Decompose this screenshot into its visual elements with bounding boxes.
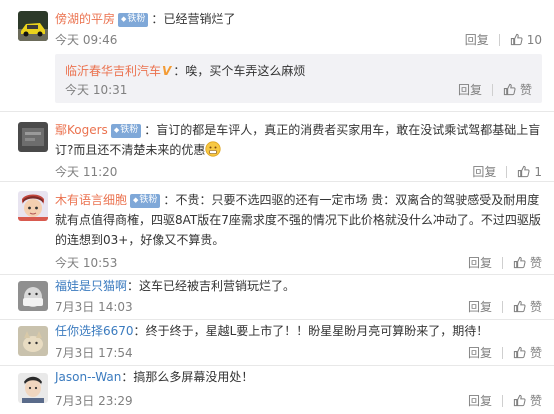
sub-reply: 临沂春华吉利汽车V ：唉，买个车弄这么麻烦 今天 10:31 回复 赞 — [55, 54, 542, 103]
divider — [501, 346, 503, 359]
thumbs-up-icon — [513, 300, 526, 313]
like-button[interactable]: 赞 — [513, 254, 542, 271]
timestamp: 今天 10:53 — [55, 256, 118, 270]
reply-button[interactable]: 回复 — [468, 298, 492, 315]
comment-content: 傍湖的平房铁粉：已经营销烂了 — [55, 9, 542, 29]
username[interactable]: 任你选择6670 — [55, 324, 134, 338]
like-label: 赞 — [519, 83, 532, 97]
timestamp: 7月3日 23:29 — [55, 394, 133, 408]
colon: ： — [173, 64, 186, 78]
colon: ： — [133, 324, 146, 338]
like-label: 赞 — [529, 346, 542, 360]
comment-content: 木有语言细胞铁粉：不贵：只要不选四驱的还有一定市场 贵：双离合的驾驶感受及耐用度… — [55, 190, 542, 250]
comment-text: 不贵：只要不选四驱的还有一定市场 贵：双离合的驾驶感受及耐用度就有点值得商榷，四… — [55, 193, 541, 247]
grimace-emoji-icon — [205, 141, 221, 157]
timestamp: 7月3日 14:03 — [55, 300, 133, 314]
divider — [506, 165, 508, 178]
like-label: 赞 — [529, 300, 542, 314]
avatar[interactable] — [18, 373, 48, 403]
comment-text: 这车已经被吉利营销玩烂了。 — [139, 279, 296, 293]
avatar[interactable] — [18, 122, 48, 152]
comment-4: 福娃是只猫啊：这车已经被吉利营销玩烂了。 7月3日 14:03 回复 赞 — [0, 275, 554, 320]
comment-meta: 今天 09:46 回复 10 — [55, 31, 542, 48]
username[interactable]: 鄢Kogers — [55, 123, 108, 137]
verified-v-icon: V — [162, 64, 172, 78]
divider — [501, 300, 503, 313]
colon: ： — [151, 12, 164, 26]
like-button[interactable]: 10 — [510, 33, 542, 47]
username[interactable]: 临沂春华吉利汽车 — [65, 64, 161, 78]
comment-meta: 今天 10:53 回复 赞 — [55, 254, 542, 270]
comment-5: 任你选择6670：终于终于，星越L要上市了！！盼星星盼月亮可算盼来了，期待！ 7… — [0, 320, 554, 366]
divider — [501, 394, 503, 407]
comment-1: 傍湖的平房铁粉：已经营销烂了 今天 09:46 回复 10 临沂春华吉利汽车V：… — [0, 0, 554, 112]
avatar[interactable] — [18, 281, 48, 311]
comment-content: 福娃是只猫啊：这车已经被吉利营销玩烂了。 — [55, 276, 542, 296]
thumbs-up-icon — [503, 83, 516, 96]
like-button[interactable]: 赞 — [513, 392, 542, 409]
timestamp: 今天 11:20 — [55, 165, 118, 179]
avatar[interactable] — [18, 191, 48, 221]
colon: ： — [144, 123, 157, 137]
comment-meta: 7月3日 14:03 回复 赞 — [55, 298, 542, 314]
divider — [501, 256, 503, 269]
reply-button[interactable]: 回复 — [468, 254, 492, 271]
comment-text: 唉，买个车弄这么麻烦 — [185, 64, 306, 78]
avatar[interactable] — [18, 326, 48, 356]
username[interactable]: 傍湖的平房 — [55, 12, 115, 26]
reply-button[interactable]: 回复 — [468, 392, 492, 409]
comment-text: 终于终于，星越L要上市了！！盼星星盼月亮可算盼来了，期待！ — [145, 324, 489, 338]
like-label: 赞 — [529, 394, 542, 408]
fan-badge: 铁粉 — [118, 13, 149, 27]
like-count: 10 — [526, 32, 542, 47]
divider — [491, 83, 493, 96]
comment-content: 任你选择6670：终于终于，星越L要上市了！！盼星星盼月亮可算盼来了，期待！ — [55, 321, 542, 341]
reply-button[interactable]: 回复 — [465, 31, 489, 48]
thumbs-up-icon — [518, 165, 530, 178]
username[interactable]: 木有语言细胞 — [55, 193, 127, 207]
timestamp: 今天 10:31 — [65, 83, 128, 97]
thumbs-up-icon — [513, 256, 526, 269]
like-button[interactable]: 赞 — [513, 298, 542, 315]
timestamp: 今天 09:46 — [55, 33, 118, 47]
like-label: 赞 — [529, 256, 542, 270]
divider — [498, 33, 500, 46]
like-button[interactable]: 赞 — [503, 81, 532, 98]
colon: ： — [121, 370, 134, 384]
comment-3: 木有语言细胞铁粉：不贵：只要不选四驱的还有一定市场 贵：双离合的驾驶感受及耐用度… — [0, 182, 554, 274]
comment-meta: 今天 11:20 回复 1 — [55, 163, 542, 180]
colon: ： — [163, 193, 176, 207]
reply-button[interactable]: 回复 — [468, 344, 492, 361]
comment-meta: 7月3日 23:29 回复 赞 — [55, 392, 542, 408]
reply-button[interactable]: 回复 — [472, 163, 496, 180]
comment-content: 鄢Kogers铁粉：盲订的都是车评人，真正的消费者买家用车，敢在没试乘试驾都基础… — [55, 120, 542, 160]
comment-2: 鄢Kogers铁粉：盲订的都是车评人，真正的消费者买家用车，敢在没试乘试驾都基础… — [0, 112, 554, 182]
timestamp: 7月3日 17:54 — [55, 346, 133, 360]
sub-reply-meta: 今天 10:31 回复 赞 — [65, 81, 532, 97]
comment-meta: 7月3日 17:54 回复 赞 — [55, 344, 542, 360]
reply-button[interactable]: 回复 — [458, 81, 482, 98]
username[interactable]: Jason--Wan — [55, 370, 121, 384]
comment-text: 搞那么多屏幕没用处！ — [133, 370, 254, 384]
fan-badge: 铁粉 — [110, 124, 142, 138]
username[interactable]: 福娃是只猫啊 — [55, 279, 127, 293]
comment-content: Jason--Wan：搞那么多屏幕没用处！ — [55, 367, 542, 387]
thumbs-up-icon — [513, 394, 526, 407]
sub-reply-content: 临沂春华吉利汽车V ：唉，买个车弄这么麻烦 — [65, 62, 305, 80]
comment-text: 已经营销烂了 — [163, 12, 236, 26]
like-button[interactable]: 1 — [517, 165, 542, 179]
thumbs-up-icon — [510, 33, 523, 46]
colon: ： — [127, 279, 140, 293]
avatar[interactable] — [18, 11, 48, 41]
thumbs-up-icon — [513, 346, 526, 359]
like-button[interactable]: 赞 — [513, 344, 542, 361]
fan-badge: 铁粉 — [130, 194, 161, 208]
like-count: 1 — [534, 164, 542, 179]
comment-6: Jason--Wan：搞那么多屏幕没用处！ 7月3日 23:29 回复 赞 — [0, 366, 554, 414]
